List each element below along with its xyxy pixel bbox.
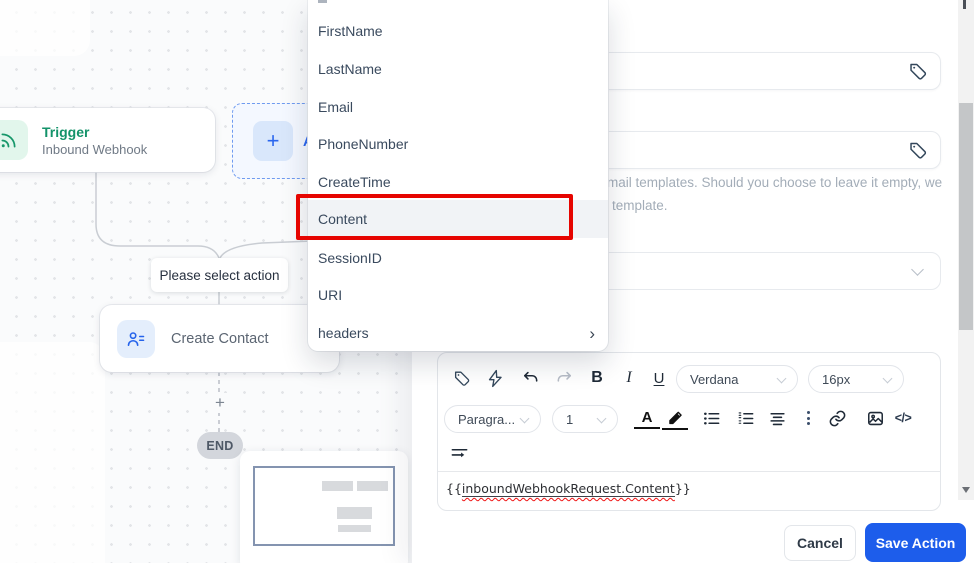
- chevron-down-icon: [596, 413, 607, 424]
- font-family-select[interactable]: Verdana: [676, 365, 798, 393]
- undo-button[interactable]: [518, 365, 544, 391]
- dropdown-item-label: LastName: [318, 61, 382, 77]
- merge-tag-suffix: }}: [674, 481, 691, 496]
- editor-divider: [438, 471, 940, 472]
- webhook-signal-icon: [0, 120, 28, 160]
- link-button[interactable]: [824, 405, 850, 431]
- editor-content[interactable]: {{inboundWebhookRequest.Content}}: [446, 481, 691, 497]
- paragraph-style-select[interactable]: Paragra...: [444, 405, 541, 433]
- bold-button[interactable]: B: [584, 365, 610, 391]
- create-contact-node[interactable]: Create Contact: [100, 305, 339, 372]
- font-size-value: 16px: [822, 371, 851, 387]
- dropdown-item-label: SessionID: [318, 250, 382, 266]
- chevron-down-icon: [882, 373, 893, 384]
- merge-tag-button[interactable]: [448, 365, 474, 391]
- trigger-node-title: Trigger: [42, 123, 90, 140]
- dropdown-item-label: FirstName: [318, 23, 383, 39]
- chevron-down-icon: [776, 373, 787, 384]
- text-wrap-button[interactable]: [446, 441, 472, 467]
- screen: Trigger Inbound Webhook + Add Please sel…: [0, 0, 974, 563]
- dropdown-item-headers[interactable]: headers ›: [308, 314, 608, 351]
- clipped-menu-item[interactable]: [318, 0, 327, 3]
- chevron-down-icon: [911, 263, 924, 276]
- redo-button[interactable]: [550, 365, 576, 391]
- dropdown-item-email[interactable]: Email: [308, 88, 608, 126]
- tag-icon[interactable]: [907, 61, 928, 82]
- dropdown-item-sessionid[interactable]: SessionID: [308, 239, 608, 277]
- text-color-button[interactable]: A: [634, 407, 660, 429]
- underline-button[interactable]: U: [646, 365, 672, 391]
- placeholder-bar: [337, 507, 372, 519]
- more-options-button[interactable]: [795, 405, 821, 431]
- scrollbar-top-mark: [963, 0, 966, 9]
- dropdown-item-content[interactable]: Content: [308, 200, 608, 238]
- dropdown-item-label: PhoneNumber: [318, 136, 409, 152]
- field-hint-line2: template.: [612, 198, 668, 213]
- lightning-button[interactable]: [482, 365, 508, 391]
- code-view-button[interactable]: </>: [890, 405, 916, 431]
- dropdown-item-label: CreateTime: [318, 174, 391, 190]
- template-preview-frame: [253, 466, 395, 546]
- dropdown-item-uri[interactable]: URI: [308, 276, 608, 314]
- merge-tag-token: inboundWebhookRequest.Content: [461, 481, 675, 497]
- image-button[interactable]: [862, 405, 888, 431]
- placeholder-bar: [357, 481, 388, 491]
- dropdown-item-label: URI: [318, 287, 343, 303]
- align-button[interactable]: [764, 405, 790, 431]
- highlight-color-button[interactable]: [662, 406, 688, 430]
- dropdown-item-label: Email: [318, 99, 354, 115]
- add-step-plus-icon[interactable]: +: [209, 393, 231, 413]
- cancel-button[interactable]: Cancel: [784, 525, 856, 561]
- create-contact-label: Create Contact: [171, 330, 269, 347]
- dropdown-item-firstname[interactable]: FirstName: [308, 12, 608, 50]
- contact-person-icon: [117, 319, 155, 358]
- rich-text-editor: B I U Verdana 16px Paragra... 1 A </> {{…: [437, 352, 941, 511]
- chevron-down-icon: [519, 413, 530, 424]
- italic-button[interactable]: I: [616, 365, 642, 391]
- field-hint-line1: mail templates. Should you choose to lea…: [607, 175, 943, 190]
- bullet-list-button[interactable]: [698, 405, 724, 431]
- paragraph-style-value: Paragra...: [458, 411, 516, 427]
- trigger-node[interactable]: Trigger Inbound Webhook: [0, 108, 215, 172]
- end-badge: END: [197, 432, 243, 459]
- trigger-node-subtitle: Inbound Webhook: [42, 141, 148, 157]
- font-size-select[interactable]: 16px: [808, 365, 904, 393]
- submenu-chevron-icon: ›: [589, 323, 595, 343]
- line-height-value: 1: [566, 411, 574, 427]
- dropdown-item-label: Content: [318, 211, 368, 227]
- merge-tag-prefix: {{: [446, 481, 462, 496]
- dropdown-item-lastname[interactable]: LastName: [308, 50, 608, 88]
- font-family-value: Verdana: [690, 371, 739, 387]
- placeholder-bar: [322, 481, 353, 491]
- tag-icon[interactable]: [907, 140, 928, 161]
- plus-icon: +: [253, 121, 293, 161]
- dropdown-item-label: headers: [318, 325, 369, 341]
- numbered-list-button[interactable]: [732, 405, 758, 431]
- scrollbar-down-arrow-icon[interactable]: [962, 487, 970, 493]
- dropdown-item-phonenumber[interactable]: PhoneNumber: [308, 125, 608, 163]
- webhook-field-dropdown: FirstName LastName Email PhoneNumber Cre…: [308, 0, 608, 351]
- placeholder-bar: [338, 525, 371, 532]
- select-action-placeholder[interactable]: Please select action: [151, 258, 288, 292]
- save-action-button[interactable]: Save Action: [865, 523, 966, 562]
- panel-scrollbar-thumb[interactable]: [959, 103, 973, 330]
- line-height-select[interactable]: 1: [552, 405, 618, 433]
- dropdown-item-createtime[interactable]: CreateTime: [308, 163, 608, 201]
- template-preview-card[interactable]: [240, 451, 408, 563]
